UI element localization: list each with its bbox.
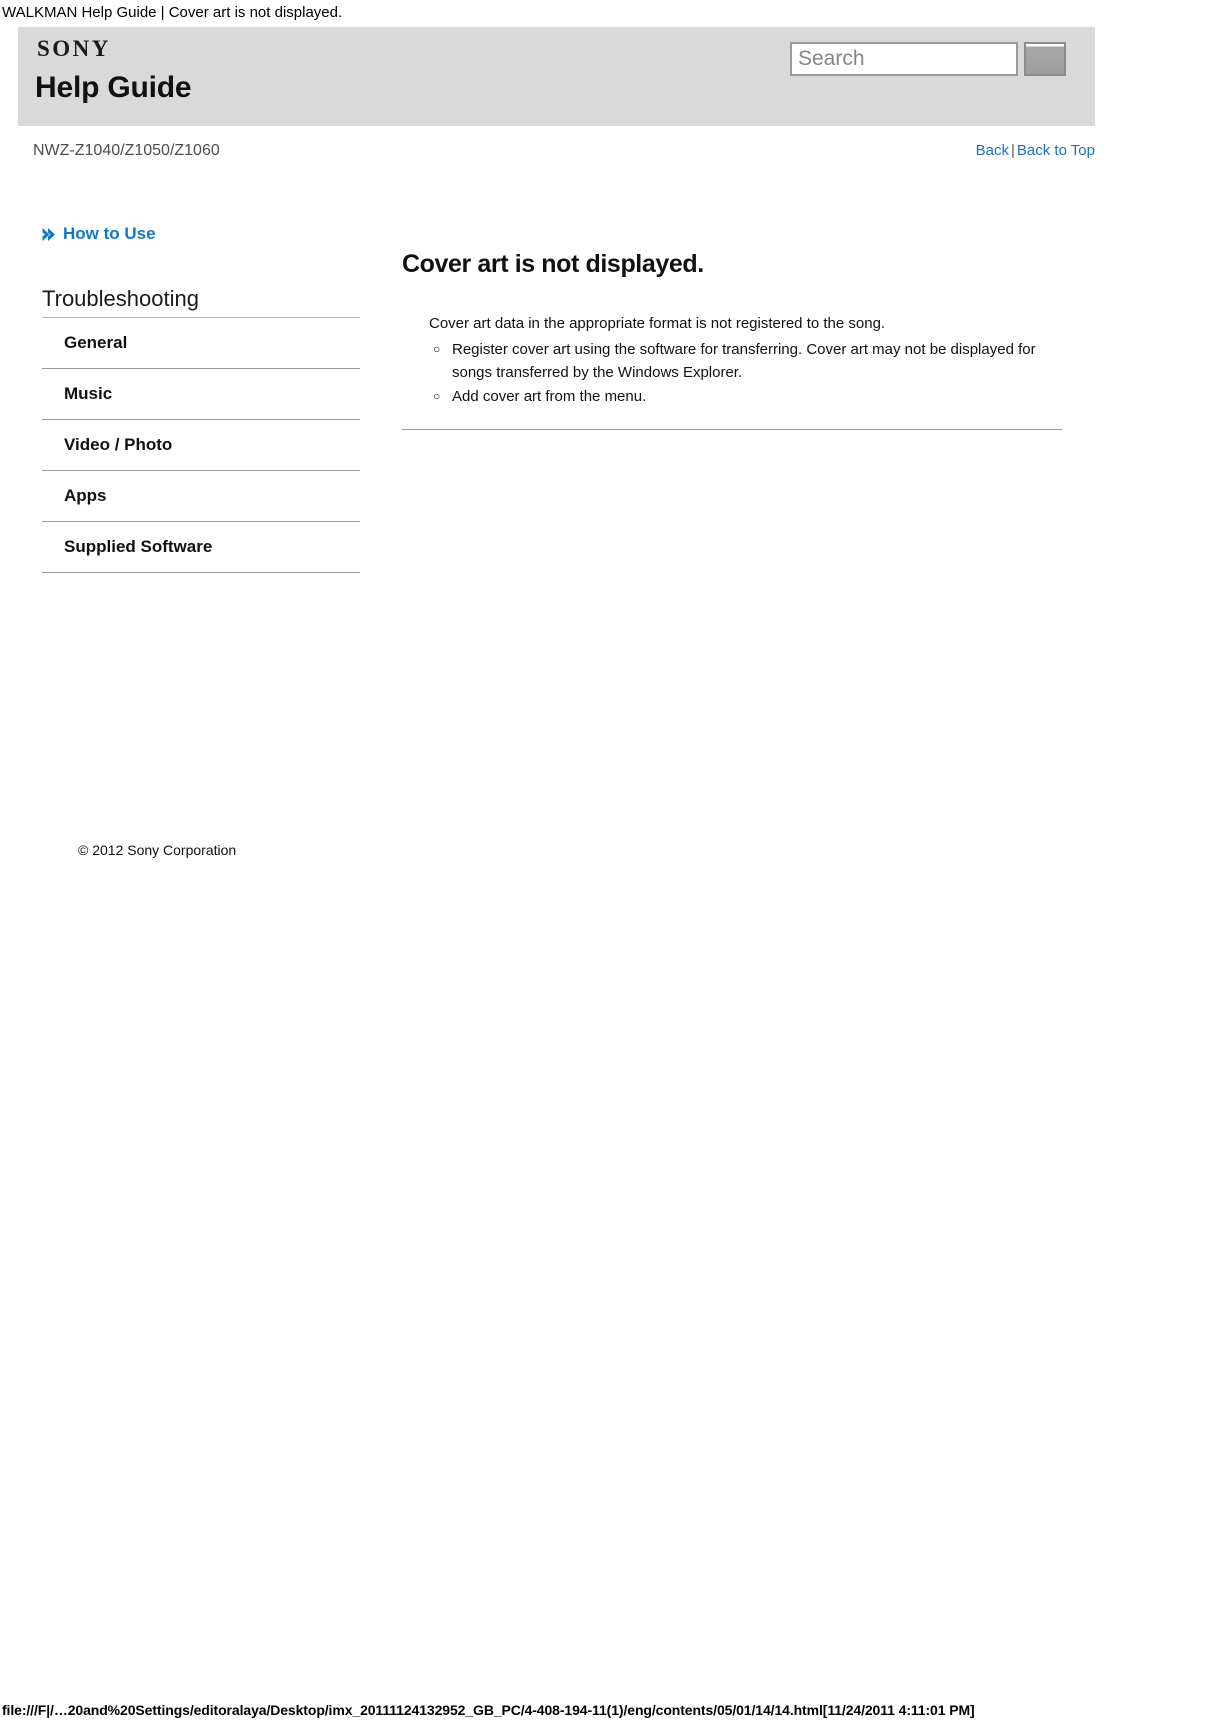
copyright-notice: © 2012 Sony Corporation xyxy=(78,842,237,858)
sidebar-item-supplied-software-label: Supplied Software xyxy=(64,537,213,557)
circle-bullet-icon: ○ xyxy=(433,389,441,403)
sidebar-item-how-to-use-label: How to Use xyxy=(63,224,156,243)
sidebar-item-video-photo-label: Video / Photo xyxy=(64,435,173,455)
back-to-top-link[interactable]: Back to Top xyxy=(1017,142,1095,159)
sidebar-item-music-label: Music xyxy=(64,384,113,404)
help-guide-title: Help Guide xyxy=(35,71,192,104)
model-number: NWZ-Z1040/Z1050/Z1060 xyxy=(33,142,220,159)
sidebar-item-video-photo[interactable]: Video / Photo xyxy=(42,420,360,472)
sidebar-section-heading: Troubleshooting xyxy=(42,286,360,319)
nav-separator: | xyxy=(1010,142,1015,159)
sidebar-item-supplied-software[interactable]: Supplied Software xyxy=(42,522,360,574)
remedy-list: ○ Register cover art using the software … xyxy=(429,338,1063,408)
model-row: NWZ-Z1040/Z1050/Z1060 Back | Back to Top xyxy=(18,138,1095,164)
search-button[interactable] xyxy=(1024,42,1066,76)
sidebar-item-music[interactable]: Music xyxy=(42,369,360,421)
sidebar: How to Use Troubleshooting General Music… xyxy=(42,222,360,858)
page-heading: Cover art is not displayed. xyxy=(402,250,704,278)
site-header: SONY Help Guide xyxy=(18,27,1095,128)
back-link[interactable]: Back xyxy=(976,142,1009,159)
sidebar-item-apps-label: Apps xyxy=(64,486,107,506)
footer-url: file:///F|/…20and%20Settings/editoralaya… xyxy=(2,1702,975,1718)
lead-paragraph: Cover art data in the appropriate format… xyxy=(429,315,886,332)
search-area xyxy=(790,42,1066,76)
search-input[interactable] xyxy=(790,42,1018,76)
main-content: Cover art is not displayed. Cover art da… xyxy=(402,250,1062,430)
list-item: ○ Register cover art using the software … xyxy=(429,338,1063,384)
list-item-text: Add cover art from the menu. xyxy=(452,388,647,405)
browser-page-title: WALKMAN Help Guide | Cover art is not di… xyxy=(2,4,343,21)
sony-logo: SONY xyxy=(37,36,111,61)
sidebar-item-general[interactable]: General xyxy=(42,318,360,370)
header-nav-links: Back | Back to Top xyxy=(976,138,1095,164)
sidebar-item-apps[interactable]: Apps xyxy=(42,471,360,523)
content-divider xyxy=(402,429,1062,430)
chevron-right-icon xyxy=(42,227,56,242)
content-body: Cover art data in the appropriate format… xyxy=(429,312,1063,408)
list-item: ○ Add cover art from the menu. xyxy=(429,385,1063,408)
sidebar-item-general-label: General xyxy=(64,333,128,353)
list-item-text: Register cover art using the software fo… xyxy=(452,341,1036,381)
circle-bullet-icon: ○ xyxy=(433,342,441,356)
sidebar-item-how-to-use[interactable]: How to Use xyxy=(42,222,360,246)
sidebar-nav-list: General Music Video / Photo Apps Supplie… xyxy=(42,318,360,574)
